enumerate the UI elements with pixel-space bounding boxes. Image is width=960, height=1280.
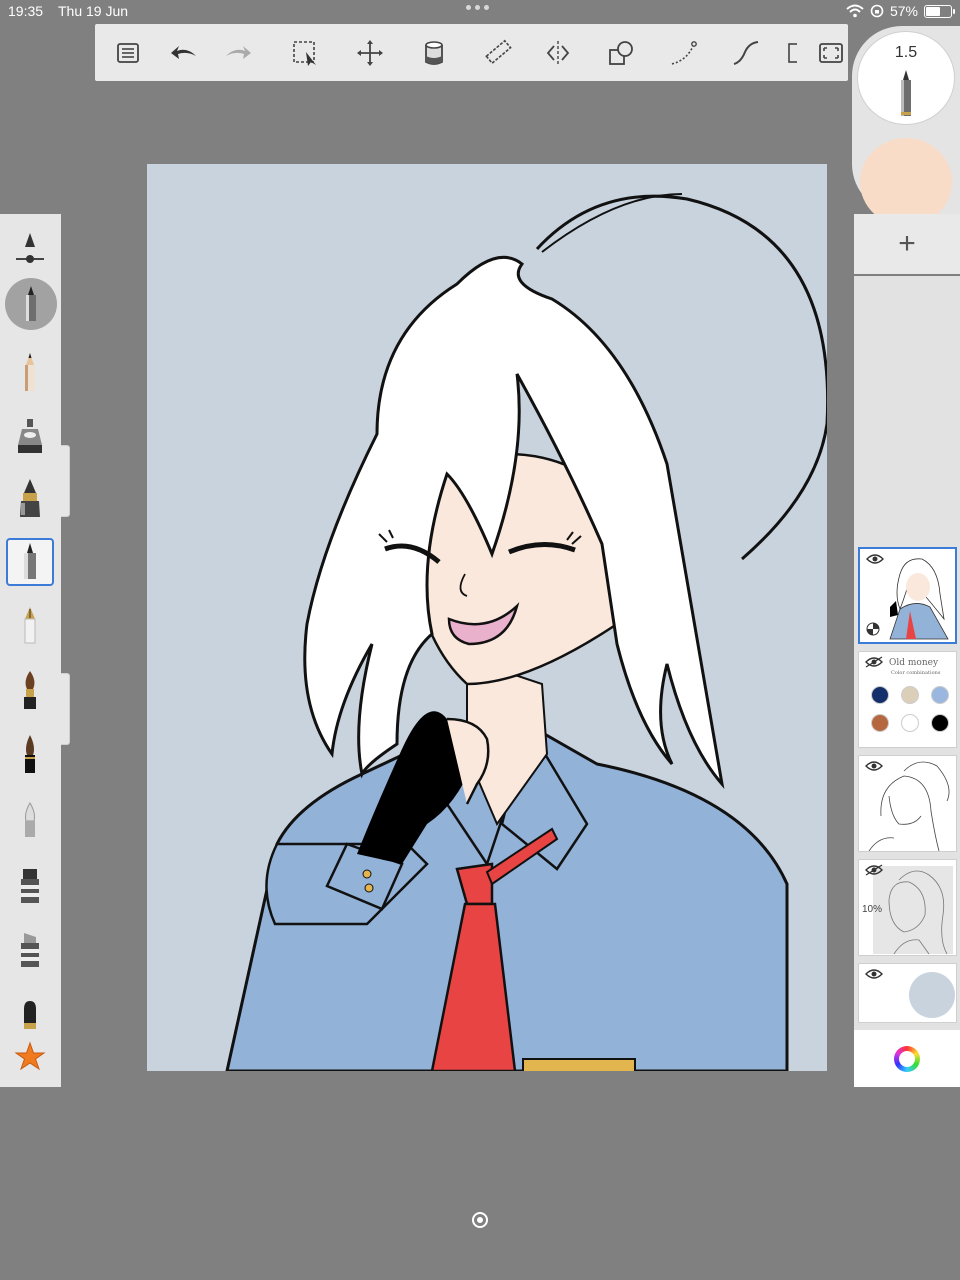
palette-swatch [871,686,889,704]
favorite-star-icon[interactable] [6,1034,54,1082]
current-brush-icon[interactable] [5,278,57,330]
eraser-icon[interactable] [6,992,54,1040]
marker-icon[interactable] [6,862,54,910]
transform-icon[interactable] [351,34,389,72]
top-toolbar [95,24,848,81]
palette-swatch [901,714,919,732]
symmetry-icon[interactable] [539,34,577,72]
palette-note-title: Old money [889,658,939,668]
add-layer-button[interactable]: + [854,214,960,274]
perspective-icon[interactable] [785,34,797,72]
undo-icon[interactable] [165,34,203,72]
palette-handle-bottom[interactable] [61,673,70,745]
airbrush-icon[interactable] [6,412,54,460]
palette-swatch [931,714,949,732]
ballpoint-pen-icon [901,70,911,116]
sketch-opacity-label: 10% [862,904,883,915]
visibility-eye-icon[interactable] [865,656,883,668]
layer-color-palette-note[interactable]: Old money Color combinations [858,651,957,748]
fountain-pen-icon[interactable] [6,602,54,650]
color-wheel-icon [894,1045,920,1072]
battery-icon [924,4,955,18]
brush-properties-icon[interactable] [6,224,54,272]
ballpoint-pen-tool[interactable] [6,538,54,586]
redo-icon[interactable] [219,34,257,72]
drawing-canvas[interactable] [147,164,827,1071]
layer-sketch[interactable]: 10% [858,859,957,956]
status-date: Thu 19 Jun [58,3,129,19]
visibility-eye-icon[interactable] [865,968,883,980]
visibility-eye-icon[interactable] [865,760,883,772]
battery-percentage: 57% [889,3,918,19]
fullscreen-icon[interactable] [812,34,850,72]
curve-icon[interactable] [727,34,765,72]
palette-swatch [871,714,889,732]
pencil-icon[interactable] [6,348,54,396]
color-wheel-button[interactable] [854,1030,960,1087]
ink-brush-icon[interactable] [6,730,54,778]
shape-icon[interactable] [602,34,640,72]
palette-handle-top[interactable] [61,445,70,517]
background-color-swatch[interactable] [909,972,955,1018]
layer-artwork-thumbnail[interactable] [858,547,957,644]
color-puck[interactable] [860,138,952,226]
fill-icon[interactable] [415,34,453,72]
canvas-rotate-icon[interactable] [470,1210,490,1230]
ruler-icon[interactable] [479,34,517,72]
visibility-eye-icon[interactable] [866,553,884,565]
paintbrush-icon[interactable] [6,474,54,522]
stroke-icon[interactable] [665,34,703,72]
orientation-lock-icon [870,4,884,18]
layer-blend-icon[interactable] [866,622,880,636]
brush-size-value: 1.5 [894,44,918,61]
smudge-icon[interactable] [6,796,54,844]
selection-icon[interactable] [287,34,325,72]
name-tag [522,1058,636,1071]
list-icon[interactable] [109,34,147,72]
status-bar: 19:35 Thu 19 Jun 57% [0,0,960,24]
paint-brush-icon[interactable] [6,666,54,714]
palette-swatch [901,686,919,704]
layer-line-art[interactable] [858,755,957,852]
chisel-marker-icon[interactable] [6,926,54,974]
palette-note-subtitle: Color combinations [891,670,941,676]
status-time: 19:35 [8,3,44,19]
brush-size-puck[interactable]: 1.5 [858,32,954,124]
palette-swatch [931,686,949,704]
artwork [147,164,827,1071]
layer-background[interactable] [858,963,957,1023]
multitasking-dots[interactable] [466,5,489,10]
wifi-icon [846,4,864,18]
visibility-eye-icon[interactable] [865,864,883,876]
